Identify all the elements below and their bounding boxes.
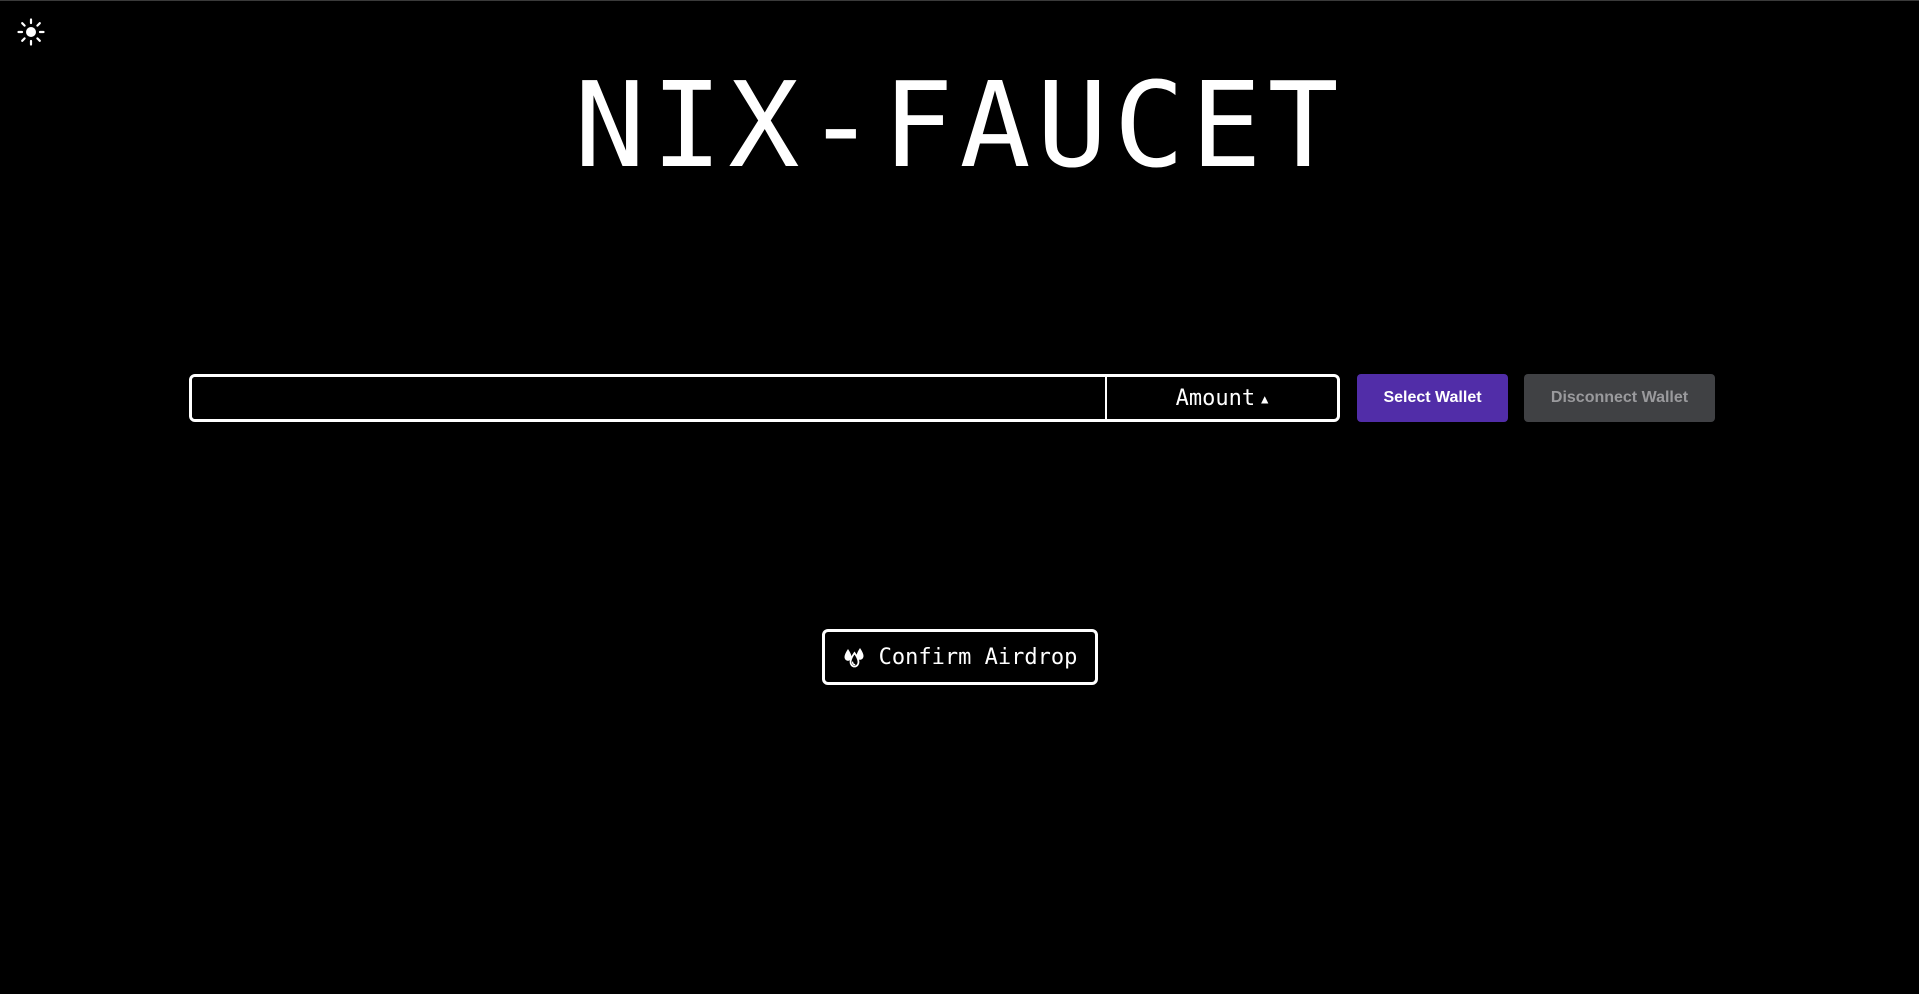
- chevron-up-icon: ▲: [1261, 392, 1269, 406]
- confirm-airdrop-button[interactable]: Confirm Airdrop: [822, 629, 1098, 685]
- top-border: [0, 0, 1919, 1]
- theme-toggle-button[interactable]: [17, 18, 45, 46]
- wallet-address-input[interactable]: [192, 377, 1107, 419]
- disconnect-wallet-button[interactable]: Disconnect Wallet: [1524, 374, 1715, 422]
- page-title: NIX-FAUCET: [574, 56, 1345, 194]
- airdrop-form: Amount ▲: [189, 374, 1340, 422]
- droplets-icon: [843, 645, 867, 669]
- amount-dropdown[interactable]: Amount ▲: [1107, 377, 1337, 419]
- confirm-airdrop-label: Confirm Airdrop: [878, 644, 1078, 670]
- address-amount-group: Amount ▲: [189, 374, 1340, 422]
- select-wallet-button[interactable]: Select Wallet: [1357, 374, 1508, 422]
- amount-dropdown-label: Amount: [1175, 385, 1256, 411]
- sun-icon: [17, 18, 45, 46]
